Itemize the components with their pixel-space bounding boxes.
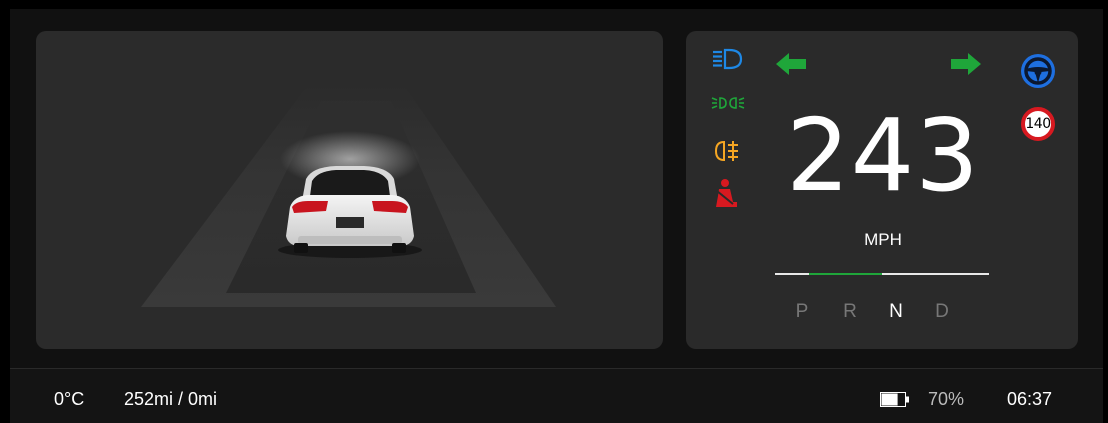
speed-limit-sign: 140 — [1021, 107, 1055, 141]
gear-n[interactable]: N — [885, 301, 907, 323]
road-view-panel — [36, 31, 663, 349]
battery-percent: 70% — [928, 389, 965, 409]
high-beam-icon — [713, 48, 743, 70]
battery-icon — [880, 392, 909, 407]
status-bar: 0°C 252mi / 0mi 70% 06:37 — [10, 368, 1103, 423]
gear-indicator-active-segment — [809, 273, 882, 275]
speed-unit-label: MPH — [864, 230, 902, 249]
gear-d[interactable]: D — [931, 301, 953, 323]
steering-wheel-icon — [1021, 54, 1055, 88]
road-view-graphic — [141, 85, 556, 307]
gear-r[interactable]: R — [839, 301, 861, 323]
turn-signal-right-icon[interactable] — [950, 53, 982, 75]
seatbelt-warning-icon — [716, 179, 737, 207]
parking-lights-icon — [711, 97, 745, 109]
turn-signal-left-icon[interactable] — [775, 53, 807, 75]
gear-indicator-bar — [775, 273, 989, 275]
gear-selector: P R N D — [791, 301, 981, 325]
rear-fog-light-icon — [714, 140, 738, 162]
speed-readout: 243 — [786, 97, 980, 214]
instrument-cluster: 140 243 MPH P R N D — [686, 31, 1078, 349]
gear-p[interactable]: P — [791, 301, 813, 323]
range-readout: 252mi / 0mi — [124, 389, 218, 409]
outside-temperature: 0°C — [54, 389, 85, 409]
clock: 06:37 — [1007, 389, 1053, 409]
